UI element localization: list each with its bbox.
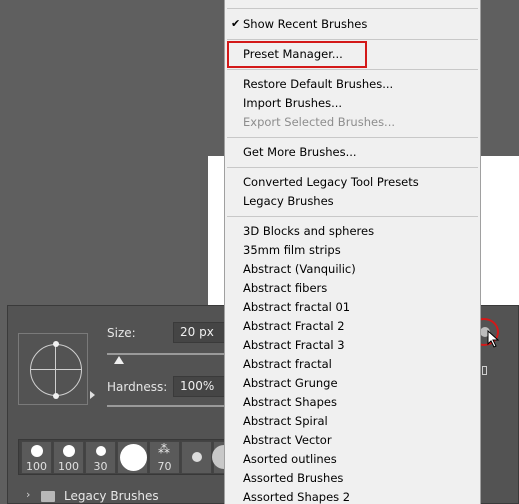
panel-scroll-indicator [482, 366, 487, 375]
brush-tip[interactable] [117, 441, 148, 474]
menu-item-brush-set[interactable]: Abstract Grunge [243, 374, 338, 393]
brush-tip-preview [31, 445, 43, 457]
menu-item-import-brushes[interactable]: Import Brushes... [243, 94, 342, 113]
menu-separator [227, 69, 478, 70]
menu-item-brush-set[interactable]: Abstract Shapes [243, 393, 337, 412]
brush-tip[interactable]: 100 [21, 441, 52, 474]
menu-item-brush-set[interactable]: Asorted outlines [243, 450, 337, 469]
menu-item-brush-set[interactable]: Assorted Brushes [243, 469, 343, 488]
angle-crosshair-v [55, 344, 56, 396]
menu-item-export-selected-brushes: Export Selected Brushes... [243, 115, 396, 129]
angle-handle-top[interactable] [53, 341, 59, 347]
folder-icon [41, 491, 55, 502]
menu-item-preset-manager[interactable]: Preset Manager... [243, 45, 343, 64]
menu-item-brush-set[interactable]: Abstract Spiral [243, 412, 328, 431]
angle-crosshair-h [30, 369, 82, 370]
menu-separator [227, 8, 478, 9]
chevron-right-icon[interactable]: › [26, 488, 30, 501]
menu-item-brush-set[interactable]: Abstract fibers [243, 279, 327, 298]
angle-arrow-icon [90, 391, 95, 399]
brush-angle-widget[interactable] [18, 333, 95, 405]
brush-panel-menu: ✔ Show Recent Brushes Preset Manager... … [224, 0, 481, 504]
brush-folder-row[interactable]: › Legacy Brushes [8, 487, 228, 504]
menu-item-restore-default-brushes[interactable]: Restore Default Brushes... [243, 75, 393, 94]
brush-tip-preview [192, 452, 202, 462]
brush-tips-row: 100 100 30 ⁂ 70 [18, 439, 236, 475]
menu-item-converted-legacy-tool-presets[interactable]: Converted Legacy Tool Presets [243, 173, 419, 192]
menu-item-brush-set[interactable]: Abstract (Vanquilic) [243, 260, 356, 279]
menu-item-brush-set[interactable]: Abstract Fractal 2 [243, 317, 345, 336]
brush-tip[interactable] [181, 441, 212, 474]
brush-tip-preview [120, 444, 147, 471]
hardness-label: Hardness: [107, 380, 168, 394]
menu-item-brush-set[interactable]: Abstract fractal 01 [243, 298, 350, 317]
menu-item-show-recent-brushes[interactable]: Show Recent Brushes [243, 15, 367, 34]
menu-item-brush-set[interactable]: Abstract fractal [243, 355, 332, 374]
checkmark-icon: ✔ [231, 17, 241, 30]
menu-item-legacy-brushes[interactable]: Legacy Brushes [243, 192, 334, 211]
folder-label: Legacy Brushes [64, 489, 159, 503]
brush-tip-size: 30 [93, 460, 108, 473]
brush-tip[interactable]: 100 [53, 441, 84, 474]
menu-separator [227, 167, 478, 168]
menu-item-brush-set[interactable]: Abstract Fractal 3 [243, 336, 345, 355]
size-slider-thumb[interactable] [114, 356, 124, 364]
angle-circle [30, 344, 82, 396]
menu-item-brush-set[interactable]: Abstract Vector [243, 431, 332, 450]
size-label: Size: [107, 326, 136, 340]
size-slider[interactable] [107, 353, 227, 355]
brush-tip-size: 100 [26, 460, 47, 473]
cursor-icon [487, 330, 500, 348]
brush-tip-size: 70 [157, 460, 172, 473]
brush-tip[interactable]: 30 [85, 441, 116, 474]
menu-item-brush-set[interactable]: 3D Blocks and spheres [243, 222, 374, 241]
menu-item-brush-set[interactable]: Assorted Shapes 2 [243, 488, 350, 504]
menu-separator [227, 39, 478, 40]
scatter-brush-icon: ⁂ [158, 442, 170, 456]
menu-separator [227, 216, 478, 217]
hardness-slider[interactable] [107, 405, 227, 407]
brush-tip-preview [96, 446, 106, 456]
menu-separator [227, 137, 478, 138]
menu-item-get-more-brushes[interactable]: Get More Brushes... [243, 143, 357, 162]
brush-tip-preview [63, 445, 75, 457]
angle-handle-bottom[interactable] [53, 393, 59, 399]
brush-tip[interactable]: ⁂ 70 [149, 441, 180, 474]
menu-item-brush-set[interactable]: 35mm film strips [243, 241, 341, 260]
brush-tip-size: 100 [58, 460, 79, 473]
